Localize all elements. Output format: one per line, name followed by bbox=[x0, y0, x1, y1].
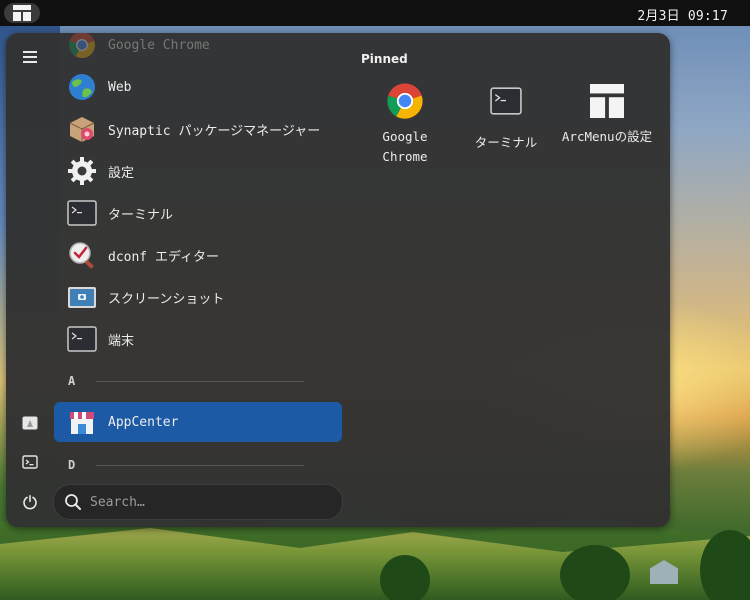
app-item-appcenter[interactable]: AppCenter bbox=[54, 402, 342, 442]
chrome-icon bbox=[385, 81, 425, 121]
section-divider bbox=[96, 464, 304, 466]
section-header-a: A bbox=[68, 371, 304, 391]
terminal-icon bbox=[486, 81, 526, 121]
appcenter-store-icon bbox=[66, 406, 98, 438]
chrome-icon bbox=[66, 33, 98, 61]
app-label: Synaptic パッケージマネージャー bbox=[108, 123, 321, 139]
screenshot-icon bbox=[66, 281, 98, 313]
appcenter-icon bbox=[22, 416, 38, 430]
app-item-terminal-tanmatsu[interactable]: 端末 bbox=[54, 319, 342, 359]
app-label: AppCenter bbox=[108, 414, 179, 430]
pinned-label: ArcMenuの設定 bbox=[561, 129, 653, 144]
rail-terminal-button[interactable] bbox=[14, 446, 46, 478]
app-item-google-chrome[interactable]: Google Chrome bbox=[54, 33, 342, 65]
search-box[interactable] bbox=[53, 484, 343, 520]
pinned-column: Pinned Google Chrome ターミナル ArcMenuの設定 bbox=[350, 33, 670, 527]
app-label: 設定 bbox=[108, 165, 135, 181]
app-label: dconf エディター bbox=[108, 249, 220, 265]
terminal-icon bbox=[22, 455, 38, 469]
search-icon bbox=[65, 494, 81, 510]
power-icon bbox=[23, 495, 37, 510]
arcmenu-settings-icon bbox=[587, 81, 627, 121]
pinned-label: Google Chrome bbox=[382, 129, 428, 164]
hamburger-menu-button[interactable] bbox=[14, 41, 46, 73]
pinned-label: ターミナル bbox=[474, 135, 538, 150]
app-item-web[interactable]: Web bbox=[54, 67, 342, 107]
pinned-google-chrome[interactable]: Google Chrome bbox=[355, 77, 455, 167]
search-input[interactable] bbox=[88, 493, 322, 511]
app-item-terminal[interactable]: ターミナル bbox=[54, 193, 342, 233]
terminal-icon bbox=[66, 197, 98, 229]
wallpaper-tree bbox=[560, 545, 630, 600]
app-label: 端末 bbox=[108, 333, 135, 349]
app-item-settings[interactable]: 設定 bbox=[54, 151, 342, 191]
dconf-editor-icon bbox=[66, 239, 98, 271]
rail-appcenter-button[interactable] bbox=[14, 407, 46, 439]
all-apps-column: Google Chrome Web Synaptic パッケージマネージャー 設… bbox=[52, 33, 350, 527]
power-button[interactable] bbox=[14, 486, 46, 518]
section-divider bbox=[96, 380, 304, 382]
clock[interactable]: 2月3日 09:17 bbox=[637, 5, 728, 24]
top-panel: 2月3日 09:17 bbox=[0, 0, 750, 26]
app-item-synaptic[interactable]: Synaptic パッケージマネージャー bbox=[54, 109, 342, 149]
app-label: スクリーンショット bbox=[108, 291, 225, 307]
left-rail bbox=[6, 33, 52, 527]
section-letter: D bbox=[68, 458, 76, 472]
app-label: ターミナル bbox=[108, 207, 174, 223]
wallpaper-tree bbox=[380, 555, 430, 600]
app-label: Web bbox=[108, 79, 132, 95]
app-label: Google Chrome bbox=[108, 37, 210, 53]
section-header-d: D bbox=[68, 455, 304, 473]
section-letter: A bbox=[68, 374, 76, 388]
app-list[interactable]: Google Chrome Web Synaptic パッケージマネージャー 設… bbox=[52, 33, 350, 473]
pinned-arcmenu-settings[interactable]: ArcMenuの設定 bbox=[557, 77, 657, 167]
arcmenu-launcher-button[interactable] bbox=[4, 3, 40, 23]
terminal-icon bbox=[66, 323, 98, 355]
pinned-title: Pinned bbox=[361, 52, 408, 66]
pinned-terminal[interactable]: ターミナル bbox=[456, 77, 556, 167]
settings-gear-icon bbox=[66, 155, 98, 187]
web-browser-icon bbox=[66, 71, 98, 103]
app-item-dconf-editor[interactable]: dconf エディター bbox=[54, 235, 342, 275]
synaptic-icon bbox=[66, 113, 98, 145]
hamburger-menu-icon bbox=[23, 51, 37, 63]
arcmenu-popup: Google Chrome Web Synaptic パッケージマネージャー 設… bbox=[6, 33, 670, 527]
app-item-screenshot[interactable]: スクリーンショット bbox=[54, 277, 342, 317]
arcmenu-icon bbox=[13, 5, 31, 21]
